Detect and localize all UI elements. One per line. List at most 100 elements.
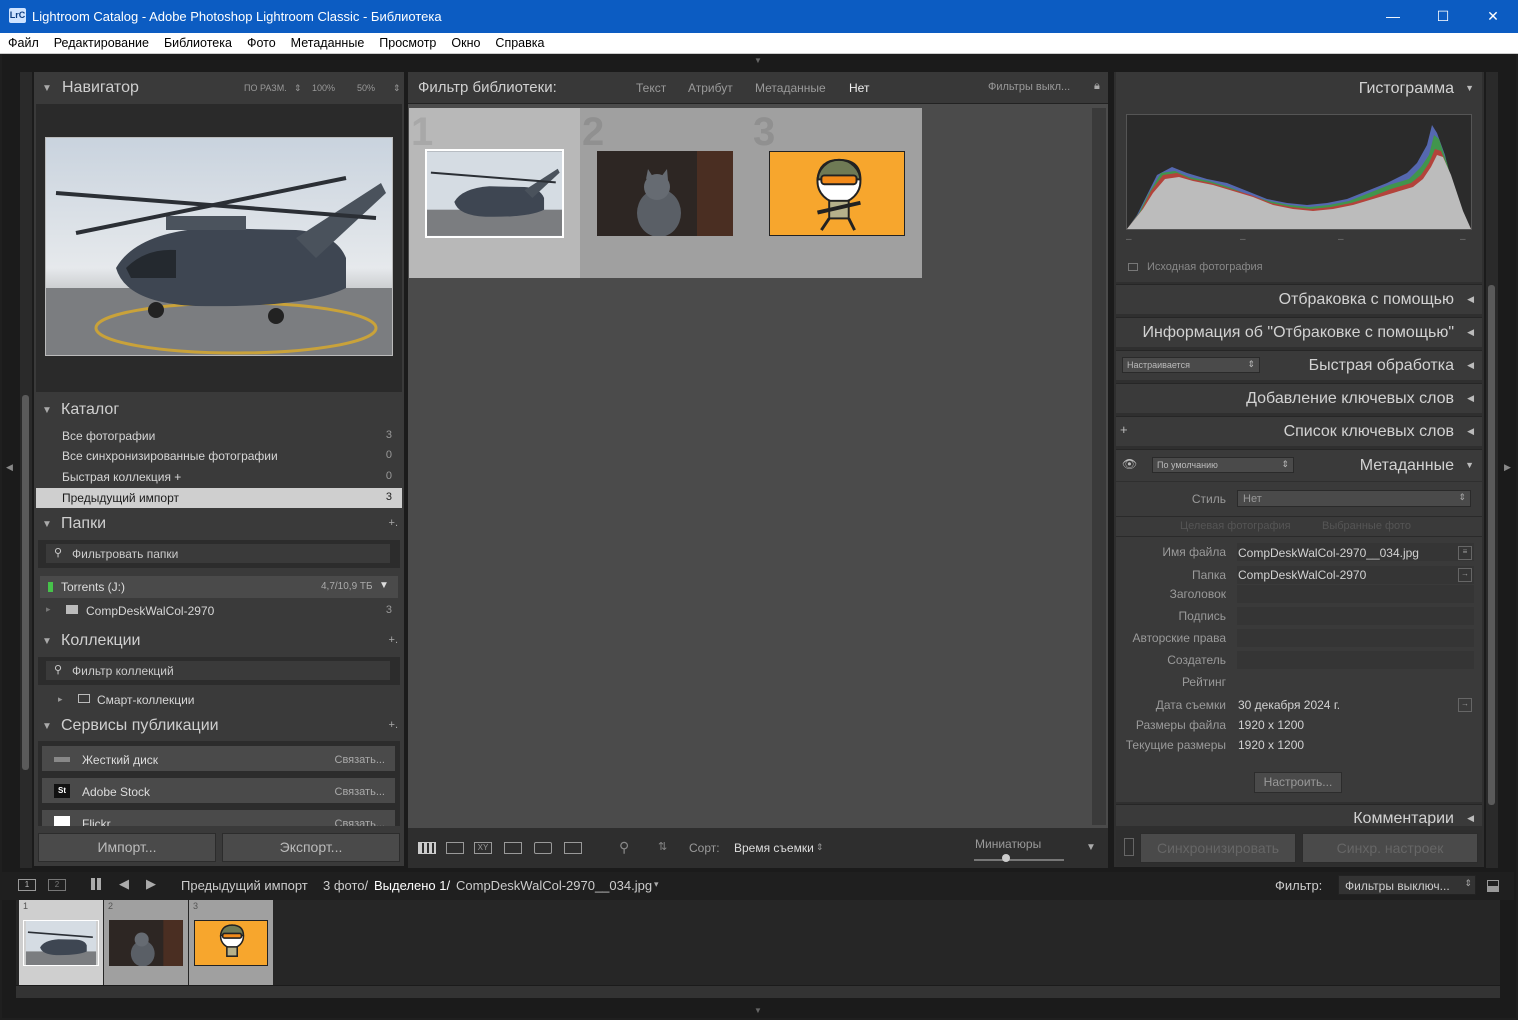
collections-header[interactable]: ▼ Коллекции +. [36, 628, 402, 654]
folder-item[interactable]: ▸ CompDeskWalCol-2970 3 [36, 601, 402, 621]
folders-filter-input[interactable]: ⚲ Фильтровать папки [46, 544, 390, 563]
import-button[interactable]: Импорт... [38, 833, 216, 862]
screen-2-button[interactable]: 2 [48, 879, 66, 891]
menu-metadata[interactable]: Метаданные [283, 33, 372, 50]
rating-field[interactable] [1237, 673, 1357, 691]
edit-date-icon[interactable]: → [1458, 698, 1472, 712]
publish-service-harddrive[interactable]: Жесткий диск Связать... [41, 745, 396, 772]
catalog-item-all[interactable]: Все фотографии 3 [36, 426, 402, 446]
menu-library[interactable]: Библиотека [156, 33, 239, 50]
sync-settings-button[interactable]: Синхр. настроек [1302, 833, 1478, 863]
filter-metadata[interactable]: Метаданные [755, 81, 826, 95]
rename-icon[interactable]: ≡ [1458, 546, 1472, 560]
thumbnail-cartoon[interactable] [769, 151, 905, 236]
zoom-more-icon[interactable]: ⇕ [393, 83, 401, 94]
comments-panel-header[interactable]: Комментарии ◀ [1116, 804, 1482, 826]
service-connect[interactable]: Связать... [335, 786, 385, 798]
style-select[interactable]: Нет ⇕ [1237, 490, 1471, 507]
filter-text[interactable]: Текст [636, 81, 666, 95]
top-panel-toggle-icon[interactable]: ▼ [754, 56, 762, 65]
catalog-item-quick[interactable]: Быстрая коллекция + 0 [36, 467, 402, 487]
menu-edit[interactable]: Редактирование [46, 33, 156, 50]
auto-sync-toggle[interactable] [1124, 838, 1134, 856]
survey-view-icon[interactable] [504, 842, 522, 854]
publish-service-adobe-stock[interactable]: St Adobe Stock Связать... [41, 777, 396, 804]
catalog-item-synced[interactable]: Все синхронизированные фотографии 0 [36, 446, 402, 466]
grid-cell[interactable]: 2 [580, 108, 751, 278]
culling-info-panel-header[interactable]: Информация об "Отбраковке с помощью" ◀ [1116, 317, 1482, 347]
compare-view-icon[interactable]: XY [474, 842, 492, 854]
grid-cell[interactable]: 1 [409, 108, 580, 278]
filmstrip-cell[interactable]: 1 [19, 900, 103, 985]
right-panel-toggle-icon[interactable]: ▶ [1504, 462, 1511, 473]
close-button[interactable]: ✕ [1468, 0, 1518, 33]
grid-view-icon[interactable] [91, 878, 103, 890]
navigator-header[interactable]: ▼ Навигатор ПО РАЗМ. ⇕ 100% 50% ⇕ [36, 74, 402, 102]
thumbnail-helicopter[interactable] [425, 149, 564, 238]
left-panel-toggle-icon[interactable]: ◀ [6, 462, 13, 473]
sort-direction-icon[interactable]: ⇅ [658, 840, 667, 853]
grid-cell[interactable]: 3 [751, 108, 922, 278]
toolbar-menu-icon[interactable]: ▼ [1086, 842, 1096, 853]
left-scrollbar[interactable] [22, 395, 29, 770]
dropdown-arrow-icon[interactable]: ▾ [654, 879, 659, 890]
menu-photo[interactable]: Фото [239, 33, 283, 50]
source-label[interactable]: Предыдущий импорт [181, 878, 308, 893]
catalog-item-previous-import[interactable]: Предыдущий импорт 3 [36, 488, 402, 508]
screen-1-button[interactable]: 1 [18, 879, 36, 891]
filter-none[interactable]: Нет [849, 81, 869, 95]
grid-view-icon[interactable] [418, 842, 436, 854]
bottom-panel-toggle-icon[interactable]: ▼ [754, 1006, 762, 1015]
maximize-button[interactable]: ☐ [1418, 0, 1468, 33]
folders-header[interactable]: ▼ Папки +. [36, 511, 402, 537]
menu-help[interactable]: Справка [487, 33, 551, 50]
menu-view[interactable]: Просмотр [371, 33, 443, 50]
add-keyword-icon[interactable]: + [1120, 422, 1128, 437]
filmstrip-thumb-cat[interactable] [109, 920, 183, 966]
navigator-preview-image[interactable] [45, 137, 393, 356]
sort-value[interactable]: Время съемки [734, 841, 814, 855]
keywording-panel-header[interactable]: Добавление ключевых слов ◀ [1116, 383, 1482, 413]
filmstrip-thumb-cartoon[interactable] [194, 920, 268, 966]
add-collection-button[interactable]: +. [389, 634, 398, 646]
zoom-50[interactable]: 50% [357, 83, 375, 93]
sync-button[interactable]: Синхронизировать [1140, 833, 1296, 863]
metadata-panel-header[interactable]: 👁︎ По умолчанию ⇕ Метаданные ▼ [1116, 449, 1482, 481]
thumbnail-size-slider[interactable] [974, 859, 1064, 861]
publish-service-flickr[interactable]: Flickr Связать... [41, 809, 396, 826]
filter-attribute[interactable]: Атрибут [688, 81, 733, 95]
service-connect[interactable]: Связать... [335, 754, 385, 766]
filmstrip-thumb-helicopter[interactable] [23, 920, 99, 966]
grid-scrollbar[interactable] [1092, 108, 1106, 825]
export-button[interactable]: Экспорт... [222, 833, 400, 862]
filter-lock-icon[interactable] [1487, 880, 1499, 892]
catalog-header[interactable]: ▼ Каталог [36, 397, 402, 423]
service-connect[interactable]: Связать... [335, 818, 385, 826]
tab-target-photo[interactable]: Целевая фотография [1180, 520, 1291, 532]
people-view-icon[interactable] [534, 842, 552, 854]
zoom-arrows-icon[interactable]: ⇕ [294, 83, 302, 94]
selected-filename[interactable]: CompDeskWalCol-2970__034.jpg [456, 878, 652, 893]
zoom-fit[interactable]: ПО РАЗМ. [244, 83, 287, 93]
expand-icon[interactable]: ▸ [58, 694, 63, 705]
publish-header[interactable]: ▼ Сервисы публикации +. [36, 713, 402, 739]
filter-presets[interactable]: Фильтры выкл... [988, 81, 1070, 93]
expand-icon[interactable]: ▸ [46, 604, 51, 615]
caption-field[interactable] [1237, 607, 1474, 625]
painter-icon[interactable]: ⚲ [619, 839, 629, 856]
dropdown-arrow-icon[interactable]: ▼ [379, 580, 389, 591]
customize-button[interactable]: Настроить... [1254, 772, 1342, 793]
volume-row[interactable]: Torrents (J:) 4,7/10,9 ТБ ▼ [40, 576, 398, 598]
eye-icon[interactable]: 👁︎ [1122, 457, 1137, 471]
add-folder-button[interactable]: +. [389, 517, 398, 529]
back-arrow-icon[interactable]: ◀ [119, 876, 129, 892]
filter-select[interactable]: Фильтры выключ... ⇕ [1338, 875, 1476, 895]
tab-selected-photos[interactable]: Выбранные фото [1322, 520, 1411, 532]
zoom-100[interactable]: 100% [312, 83, 335, 93]
menu-file[interactable]: Файл [0, 33, 46, 50]
minimize-button[interactable]: — [1368, 0, 1418, 33]
lock-icon[interactable]: 🔒︎ [1094, 80, 1100, 93]
filmstrip-scrollbar[interactable] [16, 986, 1500, 998]
thumbnail-cat[interactable] [597, 151, 733, 236]
creator-field[interactable] [1237, 651, 1474, 669]
